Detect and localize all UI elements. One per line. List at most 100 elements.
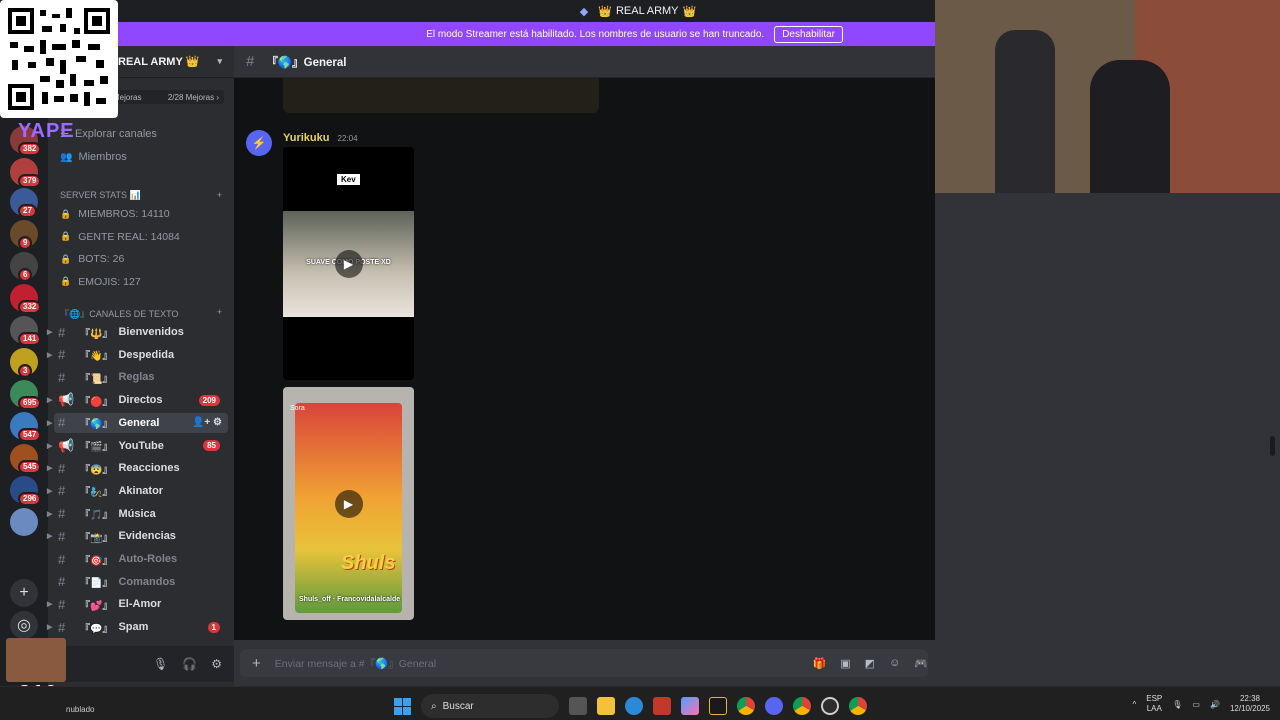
chevron-down-icon: ▾ — [217, 56, 222, 66]
category-label: 『🌐』CANALES DE TEXTO — [60, 309, 179, 319]
discover-icon[interactable]: ◎ — [10, 611, 38, 639]
message-list[interactable]: ⚡ Yurikuku 22:04 Kev SUAVE COMO POSTE XD… — [234, 78, 935, 640]
chrome-profile-icon[interactable] — [849, 697, 867, 715]
headphones-icon[interactable]: 🎧 — [182, 657, 197, 671]
lock-icon: 🔒 — [60, 208, 72, 219]
previous-media-attachment[interactable] — [283, 78, 599, 113]
channel-emoji: 『👋』 — [80, 351, 113, 363]
volume-icon[interactable]: 🔊 — [1210, 700, 1220, 709]
channel-reacciones[interactable]: ▶ # 『😨』 Reacciones — [47, 458, 228, 478]
copilot-icon[interactable] — [681, 697, 699, 715]
apps-icon[interactable]: 🎮 — [914, 657, 928, 670]
category-server-stats[interactable]: SERVER STATS 📊 + — [60, 190, 222, 201]
plus-icon[interactable]: + — [217, 190, 222, 201]
weather-widget[interactable]: nublado — [66, 705, 94, 714]
gear-icon[interactable]: ⚙ — [211, 657, 222, 671]
yape-logo: YAPE — [18, 120, 75, 142]
disable-streamer-mode-button[interactable]: Deshabilitar — [774, 25, 843, 43]
message-composer[interactable]: + Enviar mensaje a #『🌎』General 🎁 ▣ ◩ ☺ 🎮 — [240, 649, 928, 677]
task-view-icon[interactable] — [569, 697, 587, 715]
clock[interactable]: 22:38 12/10/2025 — [1230, 694, 1270, 714]
channel-auto-roles[interactable]: # 『🎯』 Auto-Roles — [54, 549, 228, 569]
channel-general[interactable]: ▶ # 『🌎』 General 👤+ ⚙ — [47, 412, 228, 433]
video-attachment[interactable]: Sora Shuls Shuls_off · Francovidalalcald… — [283, 387, 414, 620]
window-title: REAL ARMY — [615, 5, 679, 17]
hash-icon: # — [58, 528, 66, 544]
stat-channel[interactable]: 🔒 GENTE REAL: 14084 — [60, 231, 180, 243]
app-m-icon[interactable] — [709, 697, 727, 715]
hash-icon: # — [58, 483, 66, 499]
webcam-overlay — [935, 0, 1280, 193]
file-explorer-icon[interactable] — [597, 697, 615, 715]
server-icon[interactable] — [10, 508, 38, 536]
sticker-icon[interactable]: ◩ — [865, 657, 875, 670]
members-label: Miembros — [78, 151, 127, 163]
channel-emoji: 『🔴』 — [80, 396, 113, 408]
shield-icon: ◆ — [579, 5, 589, 18]
channel-settings-icon[interactable]: 👤+ ⚙ — [192, 417, 222, 428]
chevron-up-icon[interactable]: ^ — [1132, 700, 1136, 709]
emoji-icon[interactable]: ☺ — [889, 657, 900, 670]
chrome-profile-icon[interactable] — [793, 697, 811, 715]
unread-indicator-icon: ▶ — [47, 533, 53, 541]
composer-placeholder: Enviar mensaje a #『🌎』General — [274, 657, 437, 670]
play-icon[interactable]: ▶ — [334, 489, 363, 518]
channel-akinator[interactable]: ▶ # 『🧞』 Akinator — [47, 481, 228, 501]
channel-emoji: 『🎬』 — [80, 442, 113, 453]
taskbar-search[interactable]: ⌕ Buscar — [421, 694, 559, 718]
qr-code-graphic — [8, 8, 110, 110]
hash-icon: # — [58, 369, 66, 385]
stat-channel[interactable]: 🔒 MIEMBROS: 14110 — [60, 208, 170, 220]
category-label: SERVER STATS 📊 — [60, 190, 141, 200]
network-icon[interactable]: ▭ — [1192, 700, 1200, 709]
edge-icon[interactable] — [625, 697, 643, 715]
category-text-channels[interactable]: 『🌐』CANALES DE TEXTO + — [60, 307, 222, 320]
stat-channel[interactable]: 🔒 EMOJIS: 127 — [60, 276, 141, 288]
video-attachment[interactable]: Kev SUAVE COMO POSTE XD ▶ — [283, 147, 414, 380]
microphone-icon[interactable]: 🎙 — [1172, 700, 1182, 709]
discord-icon[interactable] — [765, 697, 783, 715]
channel-evidencias[interactable]: ▶ # 『📸』 Evidencias — [47, 526, 228, 546]
channel-spam[interactable]: ▶ # 『💬』 Spam 1 — [47, 617, 228, 637]
search-label: Buscar — [442, 700, 474, 712]
play-icon[interactable]: ▶ — [334, 249, 363, 278]
obs-icon[interactable] — [821, 697, 839, 715]
hash-icon: # — [58, 596, 66, 612]
channel-name: YouTube — [118, 439, 164, 452]
scrollbar-thumb[interactable] — [1270, 436, 1275, 456]
add-server-button[interactable]: + — [10, 579, 38, 607]
unread-indicator-icon: ▶ — [47, 465, 53, 473]
hash-icon: # — [58, 415, 66, 431]
channel-directos[interactable]: ▶ 📢 『🔴』 Directos 209 — [47, 390, 228, 410]
gift-icon[interactable]: 🎁 — [813, 657, 827, 670]
video-top-label: Kev — [337, 174, 360, 185]
members-link[interactable]: 👥 Miembros — [60, 151, 127, 163]
microphone-icon[interactable]: 🎙 — [153, 657, 168, 671]
channel-bienvenidos[interactable]: ▶ # 『🔱』 Bienvenidos — [47, 322, 228, 342]
channel-el-amor[interactable]: ▶ # 『💕』 El-Amor — [47, 594, 228, 614]
windows-start-icon[interactable] — [394, 697, 411, 715]
language-indicator[interactable]: ESP LAA — [1146, 694, 1162, 714]
channel-name: Bienvenidos — [118, 326, 184, 338]
channel-youtube[interactable]: ▶ 📢 『🎬』 YouTube 85 — [47, 436, 228, 456]
capture-app-icon[interactable] — [653, 697, 671, 715]
channel-sidebar: REAL ARMY 👑 ▾ Mejoras 2/28 Mejoras › ☰ E… — [47, 46, 234, 686]
gif-icon[interactable]: ▣ — [840, 657, 850, 670]
stat-channel[interactable]: 🔒 BOTS: 26 — [60, 253, 124, 265]
system-tray: ^ ESP LAA 🎙 ▭ 🔊 22:38 12/10/2025 — [1132, 694, 1270, 714]
plus-icon[interactable]: + — [252, 655, 261, 672]
channel-emoji: 『💬』 — [80, 623, 113, 635]
channel-name: General — [118, 416, 160, 429]
channel-comandos[interactable]: # 『📄』 Comandos — [54, 572, 228, 592]
plus-icon[interactable]: + — [217, 307, 222, 320]
hash-icon: # — [58, 324, 66, 340]
channel-reglas[interactable]: # 『📜』 Reglas — [54, 367, 228, 387]
channel-despedida[interactable]: ▶ # 『👋』 Despedida — [47, 345, 228, 365]
message-author-line: Yurikuku 22:04 — [283, 132, 358, 144]
server-boost-bar[interactable]: Mejoras 2/28 Mejoras › — [108, 90, 224, 104]
server-mention-badge: 6 — [18, 268, 33, 282]
chrome-icon[interactable] — [737, 697, 755, 715]
message-author[interactable]: Yurikuku — [283, 132, 329, 144]
channel-m-sica[interactable]: ▶ # 『🎵』 Música — [47, 504, 228, 524]
avatar[interactable]: ⚡ — [246, 130, 272, 156]
